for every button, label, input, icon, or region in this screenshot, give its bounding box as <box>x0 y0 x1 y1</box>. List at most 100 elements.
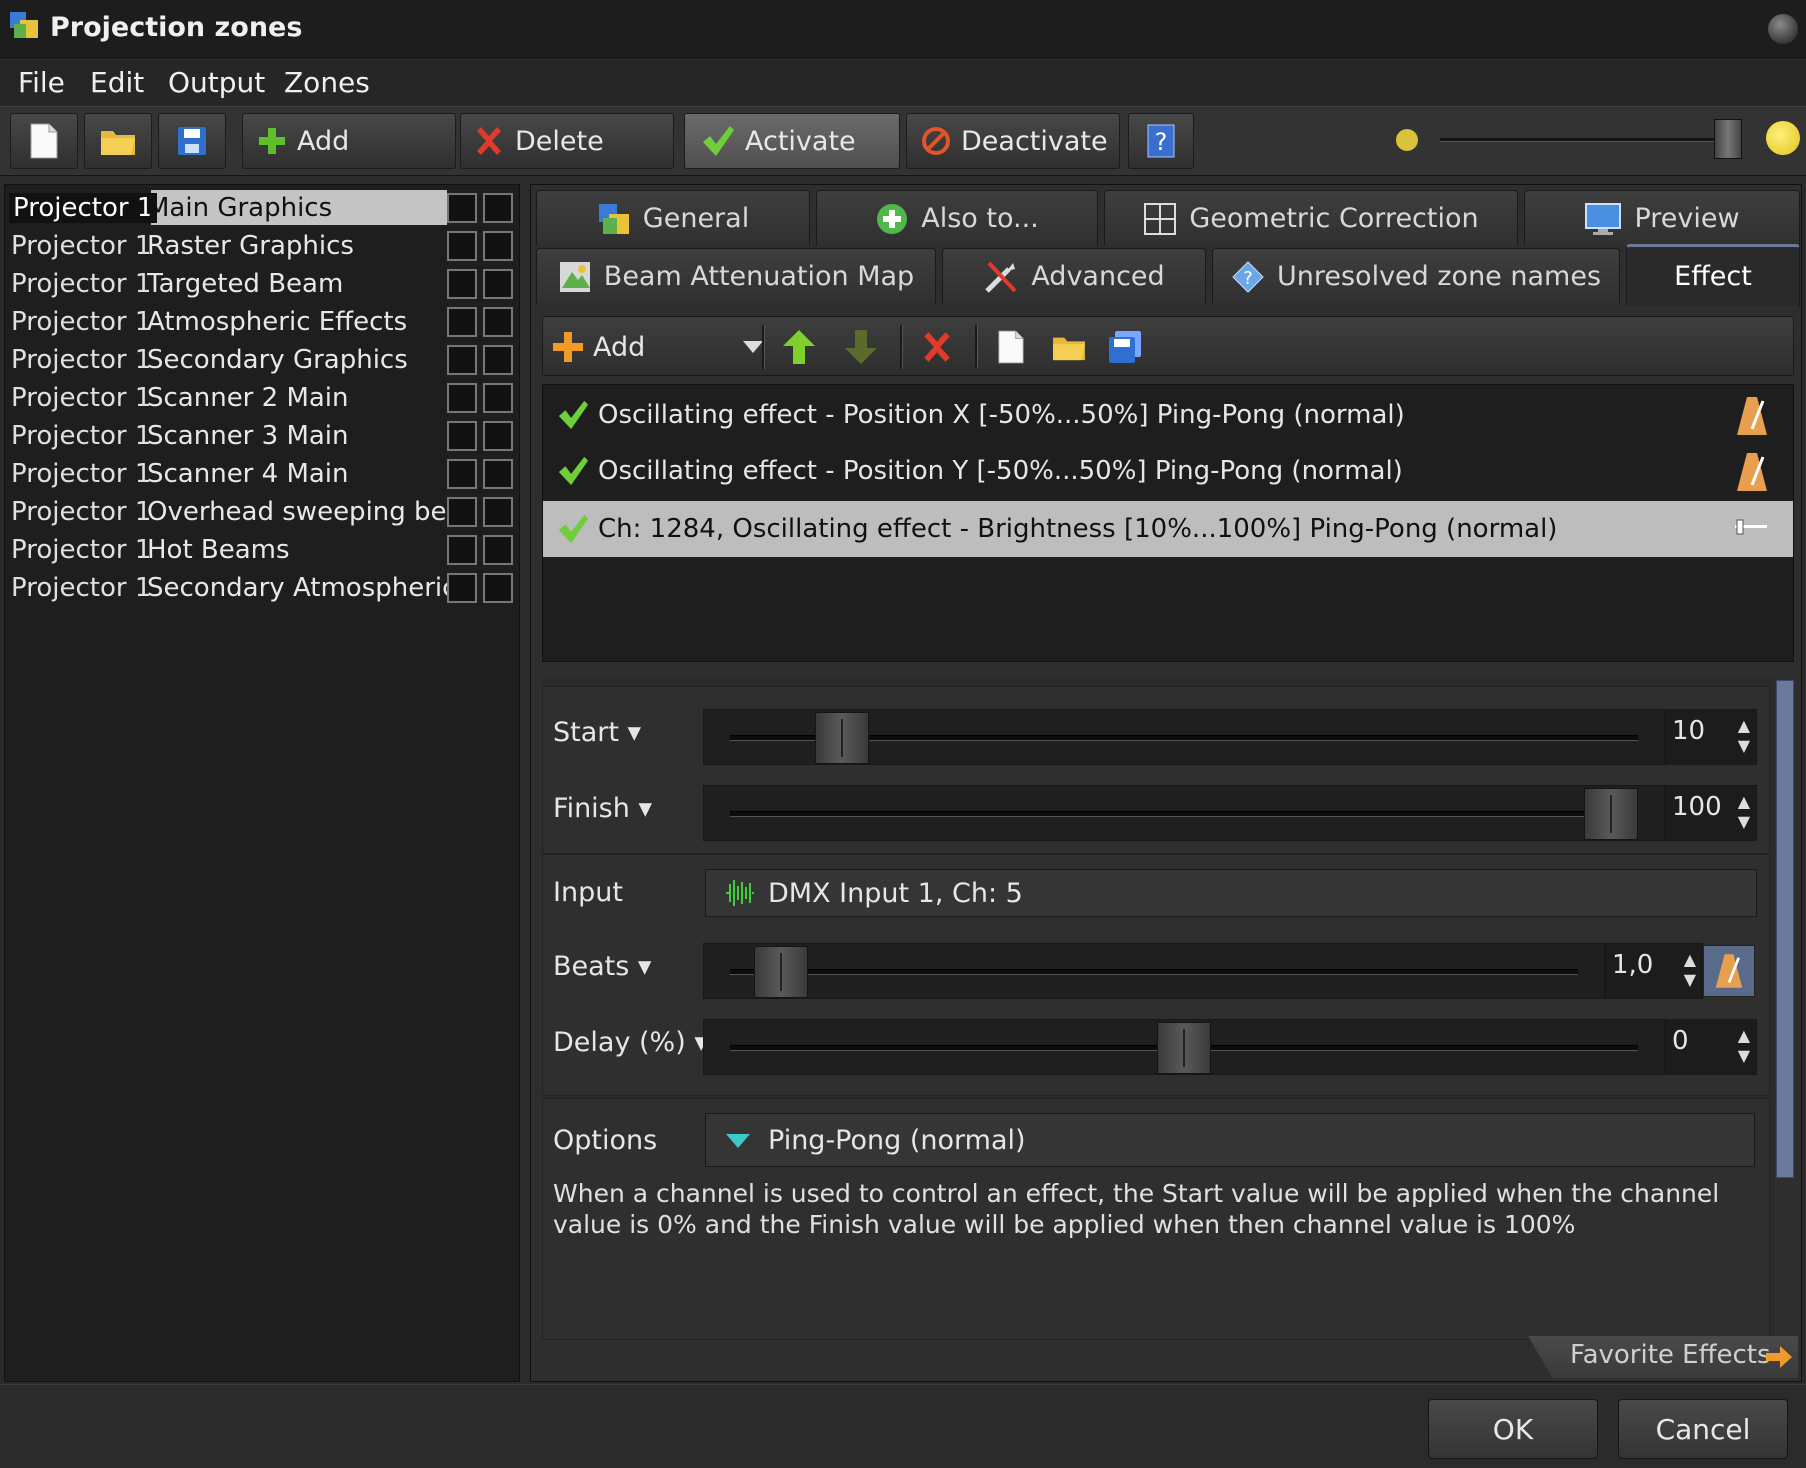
finish-dropdown[interactable]: Finish ▾ <box>553 793 652 824</box>
zone-row[interactable]: Projector 1 Atmospheric Effects <box>5 303 519 341</box>
zone-checkbox[interactable] <box>483 497 513 527</box>
zone-checkbox[interactable] <box>483 421 513 451</box>
zone-row[interactable]: Projector 1 Secondary Graphics <box>5 341 519 379</box>
zone-checkbox[interactable] <box>447 573 477 603</box>
tab-advanced[interactable]: Advanced <box>942 248 1206 304</box>
save-effect-button[interactable] <box>1103 325 1147 369</box>
menu-file[interactable]: File <box>18 66 65 99</box>
finish-spinbox[interactable]: 100 ▲ ▼ <box>1665 785 1757 841</box>
add-effect-dropdown[interactable]: Add <box>551 323 765 371</box>
chevron-down-icon <box>726 1134 750 1148</box>
tab-preview-label: Preview <box>1634 203 1740 234</box>
menu-bar: File Edit Output Zones <box>0 58 1806 106</box>
brightness-slider[interactable] <box>1440 138 1722 142</box>
spin-arrows-icon[interactable]: ▲ ▼ <box>1738 792 1750 832</box>
move-up-button[interactable] <box>777 325 821 369</box>
move-down-button[interactable] <box>839 325 883 369</box>
zone-row[interactable]: Projector 1 Scanner 4 Main <box>5 455 519 493</box>
zone-checkbox[interactable] <box>483 573 513 603</box>
options-dropdown[interactable]: Ping-Pong (normal) <box>705 1113 1755 1167</box>
menu-zones[interactable]: Zones <box>284 66 370 99</box>
zone-checkbox[interactable] <box>483 193 513 223</box>
tab-beam-attenuation-map[interactable]: Beam Attenuation Map <box>536 248 936 304</box>
menu-edit[interactable]: Edit <box>90 66 144 99</box>
effect-row[interactable]: Oscillating effect - Position X [-50%...… <box>543 387 1793 443</box>
open-effect-button[interactable] <box>1047 325 1091 369</box>
tab-geometric-correction[interactable]: Geometric Correction <box>1104 190 1518 246</box>
zone-checkbox[interactable] <box>483 269 513 299</box>
zone-checkbox[interactable] <box>483 231 513 261</box>
zone-checkbox[interactable] <box>447 307 477 337</box>
delay-slider[interactable] <box>703 1019 1665 1075</box>
effect-row[interactable]: Oscillating effect - Position Y [-50%...… <box>543 443 1793 499</box>
zone-row[interactable]: Projector 1 Targeted Beam <box>5 265 519 303</box>
zone-checkbox[interactable] <box>447 497 477 527</box>
zone-checkbox[interactable] <box>447 345 477 375</box>
vertical-scrollbar[interactable] <box>1776 680 1794 1178</box>
effect-label: Oscillating effect - Position Y [-50%...… <box>598 456 1403 486</box>
activate-button[interactable]: Activate <box>684 113 900 169</box>
zone-row[interactable]: Projector 1 Secondary Atmospheric <box>5 569 519 607</box>
delay-slider-thumb[interactable] <box>1157 1022 1211 1074</box>
window-control-button[interactable] <box>1768 14 1798 44</box>
menu-output[interactable]: Output <box>168 66 265 99</box>
range-group: Start ▾ 10 ▲ ▼ Finish ▾ 100 ▲ ▼ <box>542 686 1770 854</box>
zone-row[interactable]: Projector 1 Scanner 2 Main <box>5 379 519 417</box>
tap-tempo-button[interactable] <box>1703 945 1755 997</box>
start-slider-thumb[interactable] <box>815 712 870 764</box>
delete-zone-button[interactable]: Delete <box>460 113 674 169</box>
tab-general[interactable]: General <box>536 190 810 246</box>
delay-dropdown[interactable]: Delay (%) ▾ <box>553 1027 708 1058</box>
start-dropdown[interactable]: Start ▾ <box>553 717 641 748</box>
beats-dropdown[interactable]: Beats ▾ <box>553 951 651 982</box>
zone-row[interactable]: Projector 1 Hot Beams <box>5 531 519 569</box>
zone-checkbox[interactable] <box>447 459 477 489</box>
zone-row[interactable]: Projector 1 Raster Graphics <box>5 227 519 265</box>
cancel-button[interactable]: Cancel <box>1618 1399 1788 1459</box>
beats-slider-thumb[interactable] <box>753 946 808 998</box>
zone-checkbox[interactable] <box>447 231 477 261</box>
zone-row[interactable]: Projector 1Overhead sweeping beams <box>5 493 519 531</box>
zone-checkbox[interactable] <box>447 193 477 223</box>
ok-button[interactable]: OK <box>1428 1399 1598 1459</box>
delay-spinbox[interactable]: 0 ▲ ▼ <box>1665 1019 1757 1075</box>
brightness-slider-thumb[interactable] <box>1714 119 1742 159</box>
zone-checkbox[interactable] <box>483 307 513 337</box>
add-zone-button[interactable]: Add <box>242 113 456 169</box>
zone-row[interactable]: Projector 1 Scanner 3 Main <box>5 417 519 455</box>
zone-checkbox[interactable] <box>447 269 477 299</box>
finish-slider-thumb[interactable] <box>1584 788 1638 840</box>
finish-slider[interactable] <box>703 785 1665 841</box>
input-selector[interactable]: DMX Input 1, Ch: 5 <box>705 869 1757 917</box>
zone-checkbox[interactable] <box>447 383 477 413</box>
start-slider[interactable] <box>703 709 1665 765</box>
help-button[interactable]: ? <box>1128 113 1194 169</box>
spin-arrows-icon[interactable]: ▲ ▼ <box>1738 716 1750 756</box>
tab-preview[interactable]: Preview <box>1524 190 1800 246</box>
effect-row-selected[interactable]: Ch: 1284, Oscillating effect - Brightnes… <box>543 501 1793 557</box>
new-effect-button[interactable] <box>989 325 1033 369</box>
zone-checkbox[interactable] <box>447 535 477 565</box>
tab-unresolved-zone-names[interactable]: ? Unresolved zone names <box>1212 248 1620 304</box>
save-button[interactable] <box>158 113 226 169</box>
beats-spinbox[interactable]: 1,0 ▲ ▼ <box>1605 943 1703 999</box>
folder-icon <box>1053 337 1085 361</box>
beats-slider[interactable] <box>703 943 1605 999</box>
zone-checkbox[interactable] <box>483 383 513 413</box>
spin-arrows-icon[interactable]: ▲ ▼ <box>1738 1026 1750 1066</box>
start-spinbox[interactable]: 10 ▲ ▼ <box>1665 709 1757 765</box>
favorite-effects-button[interactable]: Favorite Effects <box>1528 1336 1798 1378</box>
zone-checkbox[interactable] <box>483 459 513 489</box>
zone-row[interactable]: Projector 1 Main Graphics <box>5 189 519 227</box>
toolbar: Add Delete Activate Deactivate ? <box>0 106 1806 176</box>
tab-effect[interactable]: Effect <box>1626 244 1800 306</box>
open-button[interactable] <box>84 113 152 169</box>
delete-effect-button[interactable] <box>915 325 959 369</box>
zone-checkbox[interactable] <box>447 421 477 451</box>
deactivate-button[interactable]: Deactivate <box>906 113 1120 169</box>
spin-arrows-icon[interactable]: ▲ ▼ <box>1684 950 1696 990</box>
zone-checkbox[interactable] <box>483 345 513 375</box>
new-button[interactable] <box>10 113 78 169</box>
tab-also-to[interactable]: Also to... <box>816 190 1098 246</box>
zone-checkbox[interactable] <box>483 535 513 565</box>
